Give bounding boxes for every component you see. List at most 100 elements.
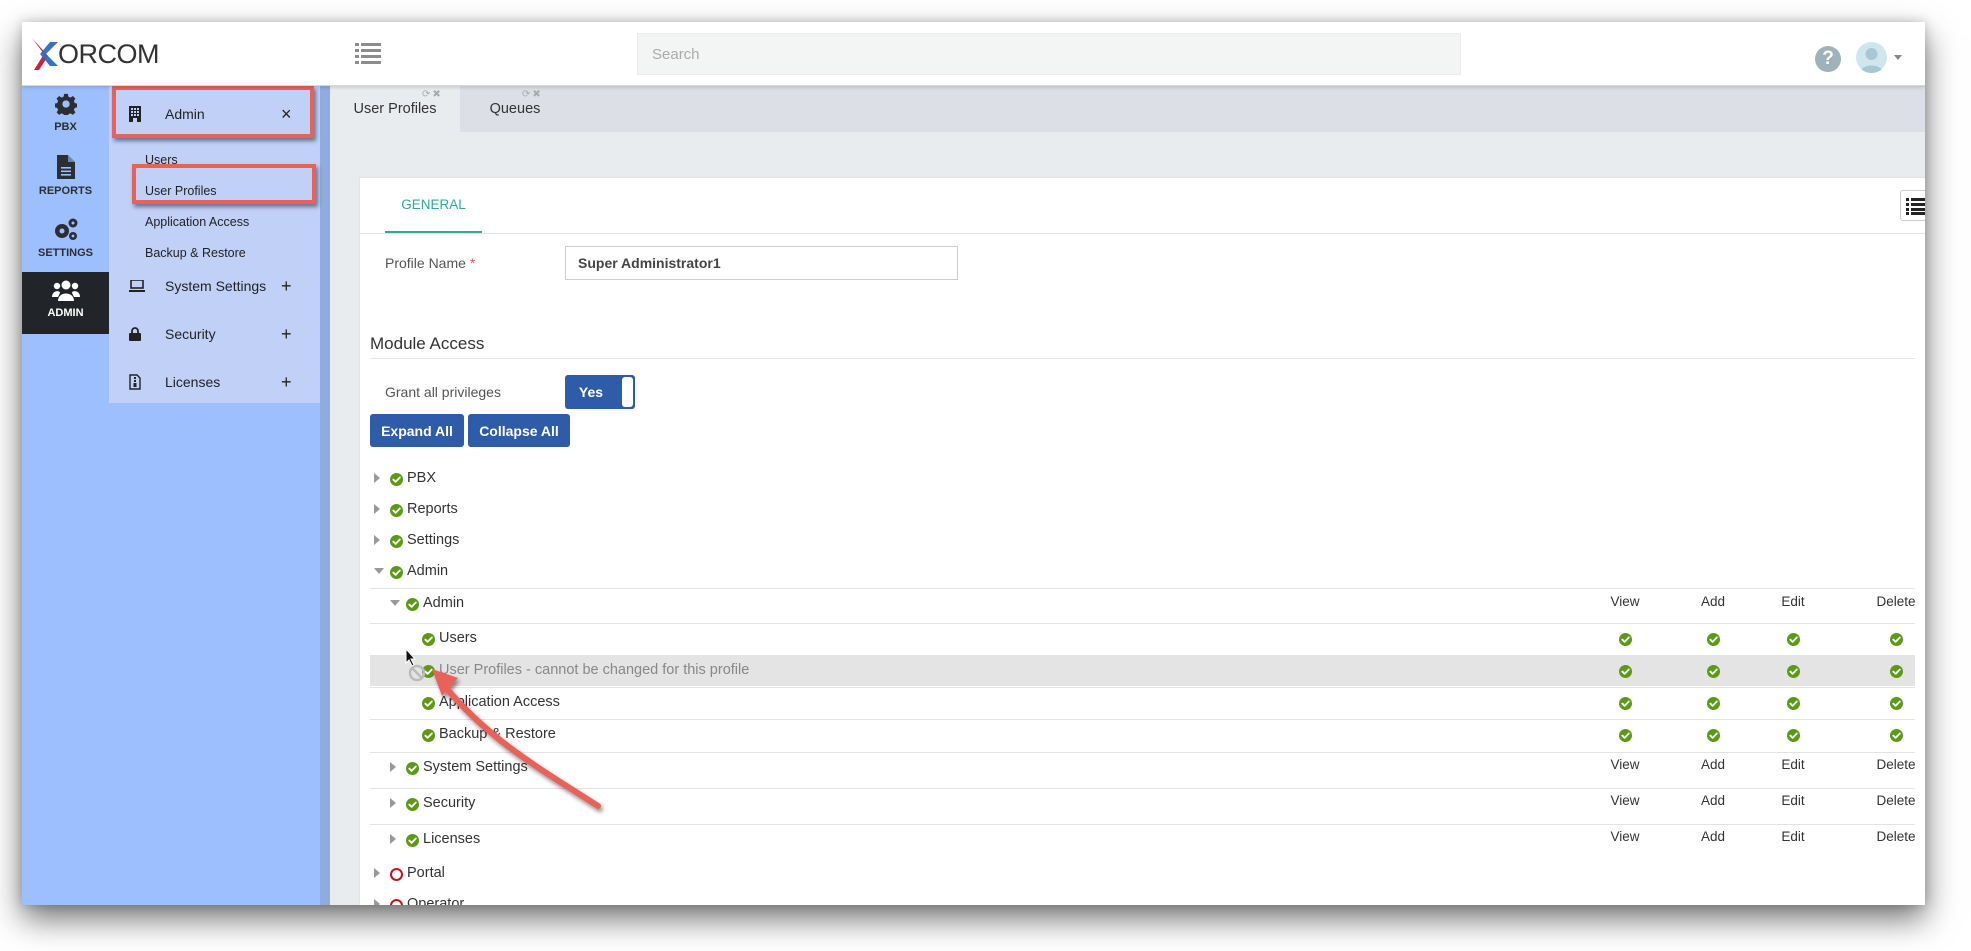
submenu-section-admin[interactable]: Admin ×	[109, 90, 320, 138]
expand-caret-icon[interactable]	[374, 504, 380, 514]
collapse-all-button[interactable]: Collapse All	[468, 414, 570, 447]
permission-header-delete: Delete	[1876, 757, 1916, 772]
tree-node-label: Application Access	[439, 694, 560, 710]
submenu-item-application-access[interactable]: Application Access	[145, 215, 249, 229]
mouse-cursor-icon	[405, 647, 426, 682]
sidebar-item-admin[interactable]: ADMIN	[22, 272, 109, 334]
permission-header-view: View	[1610, 829, 1640, 844]
unchecked-circle-icon[interactable]	[390, 868, 403, 881]
checked-circle-icon[interactable]	[406, 798, 419, 811]
submenu-background	[109, 403, 320, 905]
logo-text: ORCOM	[58, 38, 160, 69]
tree-node-label: Licenses	[423, 831, 481, 847]
tree-row[interactable]: User Profiles - cannot be changed for th…	[370, 655, 1915, 686]
tree-row[interactable]: Reports	[370, 495, 1915, 526]
module-sidebar: PBX REPORTS SETTINGS ADMIN	[22, 86, 109, 905]
tree-row[interactable]: Users	[370, 623, 1915, 654]
submenu-item-backup-restore[interactable]: Backup & Restore	[145, 246, 246, 260]
checked-circle-icon[interactable]	[406, 762, 419, 775]
tree-row[interactable]: System Settings View Add Edit Delete	[370, 752, 1916, 783]
permission-add-checked-icon[interactable]	[1707, 633, 1720, 646]
sidebar-item-reports[interactable]: REPORTS	[22, 148, 109, 210]
expand-caret-icon[interactable]	[374, 868, 380, 878]
expand-section-icon[interactable]: +	[281, 276, 292, 297]
checked-circle-icon[interactable]	[422, 633, 435, 646]
tree-row[interactable]: Licenses View Add Edit Delete	[370, 824, 1916, 855]
list-icon	[1905, 197, 1925, 215]
close-section-icon[interactable]: ×	[281, 104, 292, 125]
permission-view-checked-icon[interactable]	[1619, 697, 1632, 710]
permission-delete-checked-icon[interactable]	[1890, 697, 1903, 710]
help-icon[interactable]: ?	[1815, 46, 1841, 72]
tab-general[interactable]: GENERAL	[385, 178, 482, 233]
collapse-caret-icon[interactable]	[390, 600, 400, 606]
required-asterisk: *	[469, 255, 476, 271]
tree-row[interactable]: Portal	[370, 859, 1915, 890]
tree-row[interactable]: Backup & Restore	[370, 719, 1915, 750]
tree-node-label: Settings	[407, 532, 460, 548]
tab-refresh-close-icons[interactable]: ⟳✖	[522, 89, 543, 100]
submenu-section-security[interactable]: Security +	[109, 310, 320, 358]
expand-section-icon[interactable]: +	[281, 324, 292, 345]
submenu-item-user-profiles[interactable]: User Profiles	[145, 184, 217, 198]
permission-view-checked-icon[interactable]	[1619, 633, 1632, 646]
sidebar-item-settings[interactable]: SETTINGS	[22, 210, 109, 272]
tree-row[interactable]: Settings	[370, 526, 1915, 557]
checked-circle-icon[interactable]	[390, 535, 403, 548]
menu-toggle-icon[interactable]	[355, 42, 381, 64]
tree-node-label: Security	[423, 795, 476, 811]
profile-name-input[interactable]	[565, 246, 958, 280]
tree-row[interactable]: Operator	[370, 890, 1915, 905]
expand-section-icon[interactable]: +	[281, 372, 292, 393]
permission-delete-checked-icon[interactable]	[1890, 633, 1903, 646]
expand-all-button[interactable]: Expand All	[370, 414, 464, 447]
tree-row[interactable]: Security View Add Edit Delete	[370, 788, 1916, 819]
expand-caret-icon[interactable]	[390, 762, 396, 772]
admin-submenu: Admin × Users User Profiles Application …	[109, 86, 320, 403]
checked-circle-icon[interactable]	[406, 834, 419, 847]
submenu-section-licenses[interactable]: Licenses +	[109, 358, 320, 406]
permission-delete-checked-icon[interactable]	[1890, 729, 1903, 742]
expand-caret-icon[interactable]	[374, 473, 380, 483]
tree-row[interactable]: Application Access	[370, 687, 1915, 718]
building-icon	[129, 106, 141, 122]
checked-circle-icon[interactable]	[390, 473, 403, 486]
checked-circle-icon[interactable]	[406, 598, 419, 611]
permission-edit-checked-icon[interactable]	[1787, 729, 1800, 742]
checked-circle-icon[interactable]	[390, 566, 403, 579]
tab-refresh-close-icons[interactable]: ⟳✖	[422, 89, 443, 100]
permission-header-delete: Delete	[1876, 829, 1916, 844]
unchecked-circle-icon[interactable]	[390, 899, 403, 905]
tree-row[interactable]: Admin View Add Edit Delete	[370, 588, 1916, 619]
divider	[370, 358, 1915, 359]
xorcom-logo[interactable]: ORCOM	[30, 36, 160, 72]
collapse-caret-icon[interactable]	[374, 568, 384, 574]
permission-header-view: View	[1610, 757, 1640, 772]
expand-caret-icon[interactable]	[374, 535, 380, 545]
checked-circle-icon[interactable]	[390, 504, 403, 517]
permission-view-checked-icon[interactable]	[1619, 729, 1632, 742]
permission-edit-checked-icon[interactable]	[1787, 633, 1800, 646]
grant-all-privileges-toggle[interactable]: Yes	[565, 375, 635, 409]
submenu-item-users[interactable]: Users	[145, 153, 178, 167]
expand-caret-icon[interactable]	[390, 798, 396, 808]
search-input[interactable]	[637, 33, 1461, 75]
tab-queues[interactable]: Queues ⟳✖	[460, 86, 570, 132]
grant-all-privileges-label: Grant all privileges	[385, 384, 501, 400]
expand-caret-icon[interactable]	[374, 899, 380, 905]
user-menu-chevron-down-icon[interactable]	[1894, 55, 1902, 60]
expand-caret-icon[interactable]	[390, 834, 396, 844]
permission-edit-checked-icon[interactable]	[1787, 697, 1800, 710]
permission-add-checked-icon[interactable]	[1707, 697, 1720, 710]
submenu-scrollbar[interactable]	[320, 86, 330, 905]
permission-add-checked-icon[interactable]	[1707, 729, 1720, 742]
list-view-button[interactable]	[1900, 190, 1925, 221]
user-avatar[interactable]	[1856, 42, 1887, 73]
submenu-section-system-settings[interactable]: System Settings +	[109, 262, 320, 310]
checked-circle-icon[interactable]	[422, 697, 435, 710]
tree-row[interactable]: Admin	[370, 557, 1915, 588]
checked-circle-icon[interactable]	[422, 729, 435, 742]
tab-user-profiles[interactable]: User Profiles ⟳✖	[330, 86, 460, 132]
tree-row[interactable]: PBX	[370, 464, 1915, 495]
sidebar-item-pbx[interactable]: PBX	[22, 86, 109, 148]
